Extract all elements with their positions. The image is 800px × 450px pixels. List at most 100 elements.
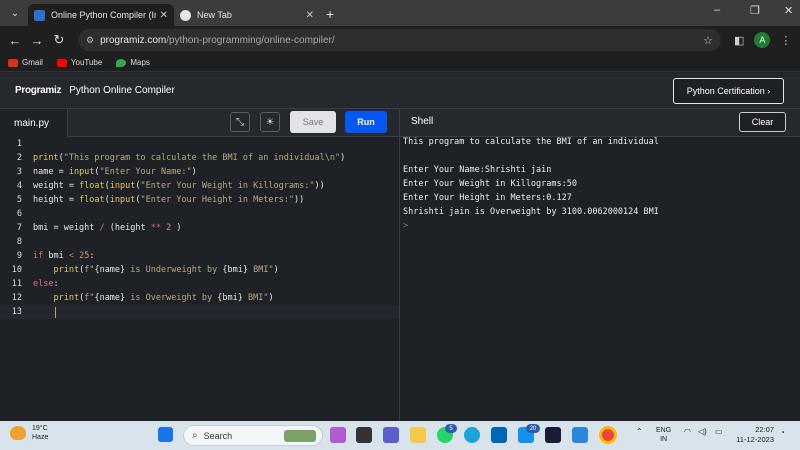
menu-kebab-icon[interactable]: ⋮ xyxy=(780,34,791,47)
code-text: bmi = weight / (height ** 2 ) xyxy=(33,223,182,233)
code-text: print(f"{name} is Overweight by {bmi} BM… xyxy=(53,293,274,303)
bookmark-label: Gmail xyxy=(22,58,43,67)
python-certification-button[interactable]: Python Certification › xyxy=(673,78,784,104)
intellij-icon[interactable] xyxy=(545,427,561,443)
weather-temp: 19°C xyxy=(32,425,48,432)
minimize-icon[interactable]: – xyxy=(714,4,720,16)
notification-bell-icon[interactable]: ◔ xyxy=(780,428,785,437)
fullscreen-icon[interactable]: ⤡ xyxy=(230,112,250,132)
line-number: 9 xyxy=(16,251,22,261)
code-line: 6 xyxy=(0,207,399,221)
chrome-favicon-icon xyxy=(180,9,191,21)
shell-line: Enter Your Height in Meters:0.127 xyxy=(403,193,572,203)
language-indicator[interactable]: ENG IN xyxy=(656,426,671,444)
screen: ⌄ Online Python Compiler (Interp ✕ New T… xyxy=(0,0,800,450)
taskbar-search[interactable]: ⌕ Search xyxy=(183,425,323,446)
weather-widget[interactable]: 19°C Haze xyxy=(10,424,48,442)
tab-title: New Tab xyxy=(197,10,232,20)
line-number: 10 xyxy=(11,265,22,275)
tab-search-button[interactable]: ⌄ xyxy=(4,3,26,23)
file-explorer-icon[interactable] xyxy=(410,427,426,443)
volume-icon[interactable]: ◁) xyxy=(698,427,707,436)
gmail-icon xyxy=(8,58,18,67)
notification-badge: 5 xyxy=(445,424,457,433)
wifi-icon[interactable]: ◠ xyxy=(684,427,691,436)
code-line: 5 height = float(input("Enter Your Height… xyxy=(0,193,399,207)
task-view-icon[interactable] xyxy=(356,427,372,443)
restore-icon[interactable]: ❐ xyxy=(750,4,760,17)
bookmark-gmail[interactable]: Gmail xyxy=(8,58,43,67)
theme-toggle-icon[interactable]: ☀ xyxy=(260,112,280,132)
save-button[interactable]: Save xyxy=(290,111,336,133)
shell-line: Enter Your Name:Shrishti jain xyxy=(403,165,552,175)
tab-online-compiler[interactable]: Online Python Compiler (Interp ✕ xyxy=(28,4,174,26)
line-number: 13 xyxy=(11,307,22,317)
vscode-icon[interactable] xyxy=(572,427,588,443)
clock[interactable]: 22:07 11-12-2023 xyxy=(734,425,774,445)
text-cursor xyxy=(55,306,56,318)
mail-icon[interactable]: 20 xyxy=(518,424,540,443)
maps-icon xyxy=(116,58,127,67)
show-hidden-icons-icon[interactable]: ⌃ xyxy=(636,427,643,436)
line-number: 7 xyxy=(16,223,22,233)
programiz-logo[interactable]: Programiz xyxy=(15,85,62,96)
date: 11-12-2023 xyxy=(736,435,774,444)
clear-button[interactable]: Clear xyxy=(739,112,786,132)
whatsapp-icon[interactable]: 5 xyxy=(437,424,457,443)
edge-icon[interactable] xyxy=(464,427,480,443)
code-text: height = float(input("Enter Your Height … xyxy=(33,195,305,205)
code-line: 2 print("This program to calculate the BM… xyxy=(0,151,399,165)
battery-icon[interactable]: ▭ xyxy=(715,427,723,436)
new-tab-button[interactable]: + xyxy=(326,6,334,22)
time: 22:07 xyxy=(755,425,774,434)
tab-new-tab[interactable]: New Tab ✕ xyxy=(174,4,320,26)
start-windows-icon[interactable] xyxy=(158,427,173,442)
browser-toolbar: ← → ↻ ⚙ programiz.com/python-programming… xyxy=(0,26,800,54)
shell-line: This program to calculate the BMI of an … xyxy=(403,137,659,147)
file-tab-main-py[interactable]: main.py xyxy=(0,109,68,137)
code-text: name = input("Enter Your Name:") xyxy=(33,167,197,177)
line-number: 1 xyxy=(16,139,22,149)
weather-haze-icon xyxy=(10,426,26,440)
copilot-icon[interactable] xyxy=(330,427,346,443)
line-number: 5 xyxy=(16,195,22,205)
tab-close-icon[interactable]: ✕ xyxy=(306,10,314,21)
code-line-active: 13 xyxy=(0,305,399,319)
bookmarks-bar: Gmail YouTube Maps xyxy=(0,54,800,72)
code-editor[interactable]: 1 2 print("This program to calculate the … xyxy=(0,137,399,421)
page-title: Python Online Compiler xyxy=(69,85,175,96)
lang-top: ENG xyxy=(656,427,672,434)
shell-line: Shrishti jain is Overweight by 3100.0062… xyxy=(403,207,659,217)
reload-icon[interactable]: ↻ xyxy=(48,32,70,48)
bookmark-youtube[interactable]: YouTube xyxy=(56,58,102,67)
shell-title: Shell xyxy=(411,116,434,127)
store-icon[interactable] xyxy=(491,427,507,443)
line-number: 6 xyxy=(16,209,22,219)
back-icon[interactable]: ← xyxy=(4,33,26,48)
shell-prompt[interactable]: > xyxy=(403,221,408,231)
lang-bottom: IN xyxy=(660,436,668,443)
bookmark-star-icon[interactable]: ☆ xyxy=(703,34,713,47)
side-panel-icon[interactable]: ◧ xyxy=(734,34,744,47)
bookmark-maps[interactable]: Maps xyxy=(116,58,150,67)
run-button[interactable]: Run xyxy=(345,111,387,133)
code-line: 10 print(f"{name} is Underweight by {bmi… xyxy=(0,263,399,277)
tab-close-icon[interactable]: ✕ xyxy=(160,10,168,21)
search-highlight-icon xyxy=(284,429,316,442)
line-number: 3 xyxy=(16,167,22,177)
line-number: 8 xyxy=(16,237,22,247)
avatar[interactable]: A xyxy=(754,32,771,48)
code-line: 12 print(f"{name} is Overweight by {bmi}… xyxy=(0,291,399,305)
app-header: Programiz Python Online Compiler Python … xyxy=(0,73,800,109)
site-info-icon[interactable]: ⚙ xyxy=(86,35,94,46)
search-placeholder: Search xyxy=(203,430,233,441)
taskbar: 19°C Haze ⌕ Search 5 20 ⌃ ENG IN ◠ ◁) ▭ … xyxy=(0,421,800,450)
address-bar[interactable]: ⚙ programiz.com/python-programming/onlin… xyxy=(78,29,721,51)
forward-icon[interactable]: → xyxy=(26,33,48,48)
shell-output[interactable]: This program to calculate the BMI of an … xyxy=(400,137,800,421)
window-close-icon[interactable]: ✕ xyxy=(784,4,793,17)
code-line: 3 name = input("Enter Your Name:") xyxy=(0,165,399,179)
teams-icon[interactable] xyxy=(383,427,399,443)
line-number: 4 xyxy=(16,181,22,191)
chrome-icon[interactable] xyxy=(599,426,617,444)
